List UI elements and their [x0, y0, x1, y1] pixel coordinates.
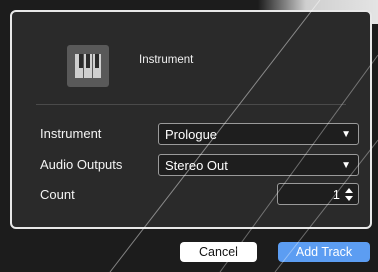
audio-outputs-label: Audio Outputs	[40, 157, 123, 172]
instrument-label: Instrument	[40, 126, 102, 141]
audio-outputs-select-value: Stereo Out	[165, 158, 228, 173]
count-stepper[interactable]: 1	[277, 183, 359, 205]
header-divider	[36, 104, 346, 105]
dropdown-arrow-icon: ▼	[341, 129, 351, 140]
add-track-dialog: Instrument Instrument Prologue ▼ Audio O…	[10, 10, 372, 229]
track-type-title: Instrument	[139, 54, 194, 66]
dialog-header: Instrument	[12, 12, 370, 104]
count-label: Count	[40, 187, 75, 202]
dropdown-arrow-icon: ▼	[341, 160, 351, 171]
add-track-button[interactable]: Add Track	[278, 242, 370, 262]
cancel-button[interactable]: Cancel	[180, 242, 257, 262]
audio-outputs-select[interactable]: Stereo Out ▼	[158, 154, 359, 176]
instrument-select-value: Prologue	[165, 127, 218, 142]
piano-keys-icon	[67, 45, 109, 87]
instrument-select[interactable]: Prologue ▼	[158, 123, 359, 145]
count-value: 1	[332, 187, 340, 202]
stepper-arrows-icon[interactable]	[344, 187, 354, 202]
